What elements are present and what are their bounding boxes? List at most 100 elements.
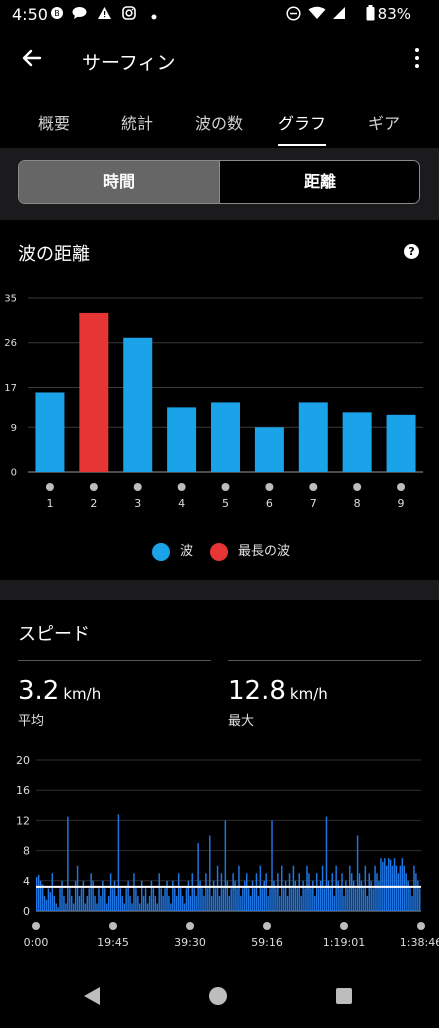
speed-sample: [232, 873, 234, 911]
speed-sample: [109, 873, 112, 911]
tab-bar: 概要 統計 波の数 グラフ ギア: [0, 100, 439, 146]
speed-sample: [306, 865, 308, 911]
speed-sample: [352, 880, 355, 911]
speed-sample: [269, 888, 271, 911]
dot-icon: [151, 9, 157, 24]
speed-sample: [380, 858, 382, 911]
speed-sample: [279, 895, 281, 911]
x-tick-label: 2: [90, 497, 97, 510]
max-speed-label: 最大: [228, 714, 255, 729]
speed-sample: [356, 835, 359, 911]
speed-sample: [415, 873, 417, 911]
speed-sample: [170, 903, 172, 911]
instagram-icon: [122, 6, 136, 24]
speed-sample: [135, 888, 137, 911]
nav-recents-button[interactable]: [336, 988, 352, 1004]
speed-sample: [43, 895, 46, 911]
speed-sample: [327, 880, 330, 911]
speed-sample: [123, 903, 125, 911]
back-button[interactable]: [20, 46, 48, 74]
system-nav-bar: [0, 970, 439, 1024]
speed-sample: [191, 873, 194, 911]
speed-sample: [203, 895, 205, 911]
bar: [79, 312, 109, 472]
speed-x-tick-label: 0:00: [24, 936, 49, 949]
speed-sample: [339, 888, 341, 911]
nav-back-button[interactable]: [84, 987, 100, 1005]
bar: [386, 414, 416, 472]
battery-percent: 83%: [377, 5, 411, 23]
speed-sample: [244, 880, 246, 911]
speed-x-tick-marker: [263, 922, 271, 930]
more-options-button[interactable]: [413, 48, 421, 72]
speed-sample: [290, 888, 293, 911]
speed-sample: [358, 873, 361, 911]
x-tick-marker: [309, 483, 318, 491]
speed-sample: [69, 888, 71, 911]
speed-sample: [347, 888, 349, 911]
speed-sample: [139, 903, 141, 911]
tab-graph[interactable]: グラフ: [262, 110, 342, 134]
speed-sample: [236, 888, 238, 911]
speed-sample: [351, 873, 353, 911]
tab-wave-count[interactable]: 波の数: [179, 110, 259, 134]
speed-sample: [127, 880, 129, 911]
speed-sample: [362, 888, 365, 911]
speed-sample: [84, 903, 87, 911]
speed-sample: [90, 873, 92, 911]
speed-sample: [300, 895, 302, 911]
speed-sample: [391, 865, 394, 911]
speed-sample: [228, 895, 230, 911]
speed-sample: [197, 843, 199, 911]
speed-sample: [310, 888, 312, 911]
x-tick-marker: [265, 483, 274, 491]
y-tick-label: 26: [4, 338, 17, 349]
speed-sample: [106, 903, 108, 911]
speed-sample: [37, 874, 40, 911]
battery-icon: [366, 5, 375, 25]
speed-x-tick-marker: [340, 922, 348, 930]
speed-x-tick-marker: [186, 922, 194, 930]
speed-sample: [376, 873, 378, 911]
tab-stats[interactable]: 統計: [97, 110, 177, 134]
speed-sample: [265, 873, 267, 911]
speed-sample: [98, 888, 100, 911]
speed-x-tick-label: 39:30: [174, 936, 206, 949]
speed-sample: [294, 880, 297, 911]
bar: [35, 392, 65, 472]
speed-sample: [96, 903, 98, 911]
speed-sample: [111, 888, 114, 911]
speed-sample: [366, 895, 369, 911]
tab-overview[interactable]: 概要: [14, 110, 94, 134]
speed-sample: [150, 880, 153, 911]
speed-sample: [413, 865, 415, 911]
nav-home-button[interactable]: [209, 987, 227, 1005]
speed-sample: [325, 816, 328, 911]
speed-sample: [319, 880, 322, 911]
speed-sample: [275, 888, 277, 911]
speed-sample: [253, 888, 256, 911]
speed-x-tick-marker: [417, 922, 425, 930]
speed-sample: [176, 895, 178, 911]
speed-sample: [372, 888, 374, 911]
speed-sample: [181, 895, 184, 911]
speed-sample: [80, 888, 83, 911]
speed-sample: [242, 888, 244, 911]
speed-sample: [255, 873, 258, 911]
segment-time-button[interactable]: 時間: [19, 161, 219, 203]
legend-wave: 波: [152, 540, 193, 561]
speed-sample: [302, 880, 304, 911]
avg-divider: [18, 660, 211, 661]
speed-sample: [61, 880, 63, 911]
speed-sample: [374, 865, 376, 911]
segment-distance-button[interactable]: 距離: [219, 161, 419, 203]
speed-sample: [304, 888, 306, 911]
speed-sample: [409, 888, 411, 911]
speed-sample: [65, 903, 67, 911]
speed-sample: [284, 880, 287, 911]
legend-longest: 最長の波: [210, 540, 290, 561]
speed-sample: [144, 888, 147, 911]
speed-sample: [364, 865, 367, 911]
tab-gear[interactable]: ギア: [344, 110, 424, 134]
section-divider: [0, 580, 439, 600]
